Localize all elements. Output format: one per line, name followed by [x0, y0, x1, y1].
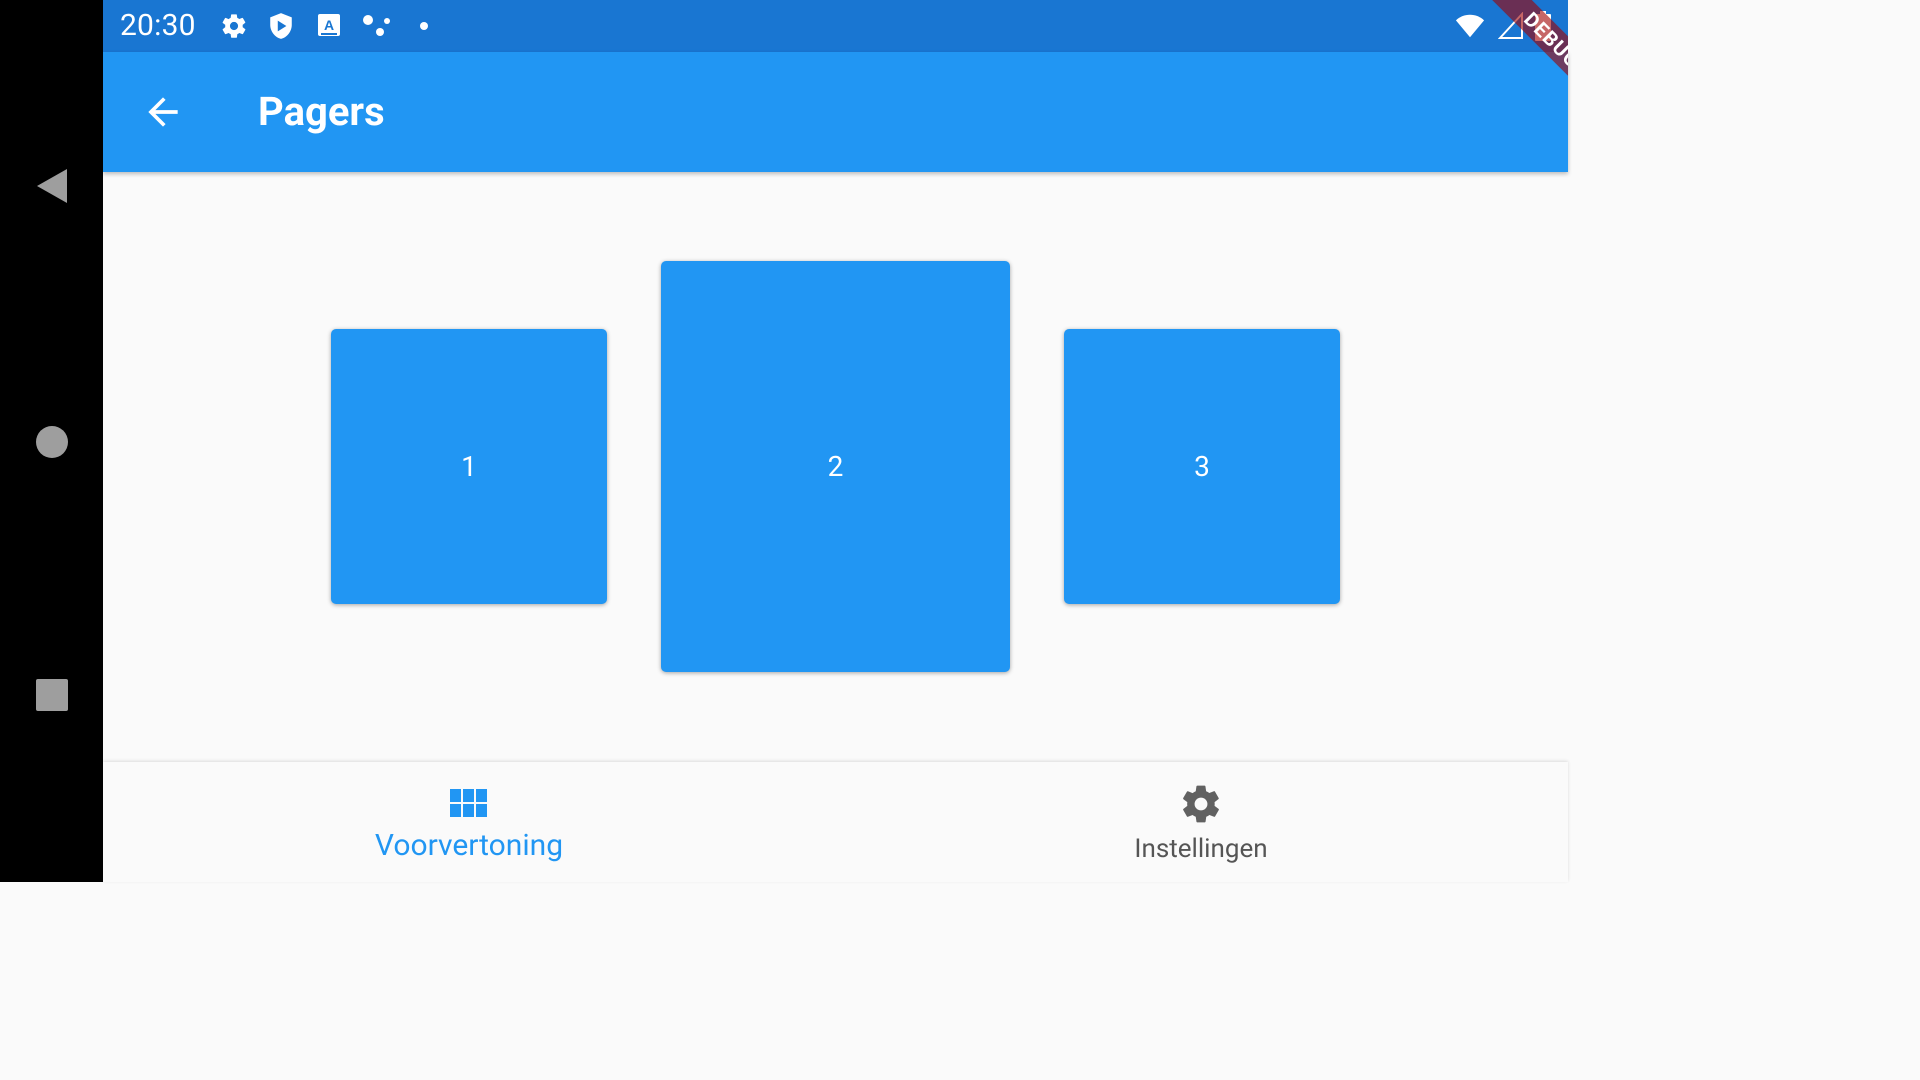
settings-icon: [219, 11, 249, 41]
system-back-button[interactable]: [0, 160, 103, 212]
gear-icon: [1179, 782, 1223, 826]
nav-label: Voorvertoning: [374, 828, 564, 863]
status-time: 20:30: [120, 8, 196, 43]
back-triangle-icon: [36, 169, 67, 203]
arrow-back-icon: [148, 97, 178, 127]
pager-card-2[interactable]: 2: [661, 261, 1010, 672]
pager-card-1[interactable]: 1: [331, 329, 607, 604]
system-recents-button[interactable]: [0, 676, 103, 714]
dot-icon: [409, 11, 439, 41]
debug-label: DEBUG: [1464, 0, 1568, 128]
nav-item-voorvertoning[interactable]: Voorvertoning: [319, 762, 619, 882]
grid-icon: [447, 782, 491, 826]
recents-square-icon: [35, 679, 68, 711]
page-title: Pagers: [258, 88, 385, 135]
system-navigation-bar: [0, 0, 103, 882]
back-button[interactable]: [141, 90, 185, 134]
system-home-button[interactable]: [0, 420, 103, 464]
home-circle-icon: [35, 426, 68, 458]
nav-item-instellingen[interactable]: Instellingen: [1051, 762, 1351, 882]
app-bar: Pagers: [103, 52, 1568, 172]
nav-label: Instellingen: [1134, 834, 1268, 864]
pager-card-3[interactable]: 3: [1064, 329, 1340, 604]
svg-text:A: A: [324, 17, 334, 33]
status-bar: 20:30 A: [103, 0, 1568, 52]
shield-play-icon: [266, 11, 296, 41]
card-label: 3: [1194, 450, 1210, 483]
a-box-icon: A: [314, 11, 344, 41]
dots-icon: [362, 11, 392, 41]
debug-banner: DEBUG: [1420, 0, 1568, 148]
card-label: 2: [827, 450, 844, 483]
bottom-navigation: Voorvertoning Instellingen: [103, 762, 1568, 882]
card-label: 1: [461, 450, 477, 483]
